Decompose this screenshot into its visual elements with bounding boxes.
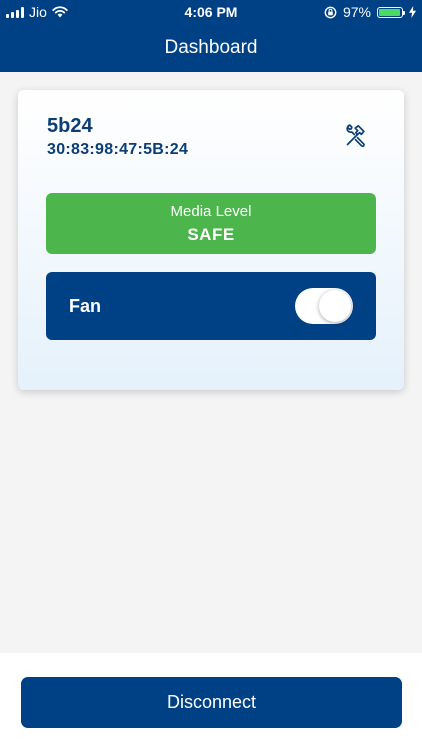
media-level-status: Media Level SAFE: [46, 193, 376, 254]
status-bar: Jio 4:06 PM 97%: [0, 0, 422, 24]
status-right: 97%: [324, 4, 416, 20]
navigation-header: Jio 4:06 PM 97% Dashboard: [0, 0, 422, 72]
battery-icon: [377, 6, 405, 18]
battery-percentage: 97%: [342, 4, 371, 20]
orientation-lock-icon: [324, 6, 337, 18]
disconnect-button[interactable]: Disconnect: [21, 677, 402, 728]
device-settings-button[interactable]: [344, 124, 368, 148]
device-name: 5b24: [47, 115, 93, 137]
fan-toggle-knob: [319, 290, 351, 322]
media-level-value: SAFE: [187, 225, 235, 244]
fan-toggle[interactable]: [295, 288, 353, 324]
battery-fill: [379, 8, 401, 16]
tools-icon: [346, 124, 365, 148]
fan-control: Fan: [46, 272, 376, 340]
media-level-label: Media Level: [170, 203, 252, 220]
footer: Disconnect: [0, 653, 422, 750]
device-mac-address: 30:83:98:47:5B:24: [47, 141, 189, 158]
fan-label: Fan: [69, 296, 102, 316]
device-card: 5b24 30:83:98:47:5B:24 Media Level SAFE …: [18, 90, 404, 390]
charging-bolt-icon: [409, 6, 416, 18]
page-title: Dashboard: [164, 37, 258, 58]
